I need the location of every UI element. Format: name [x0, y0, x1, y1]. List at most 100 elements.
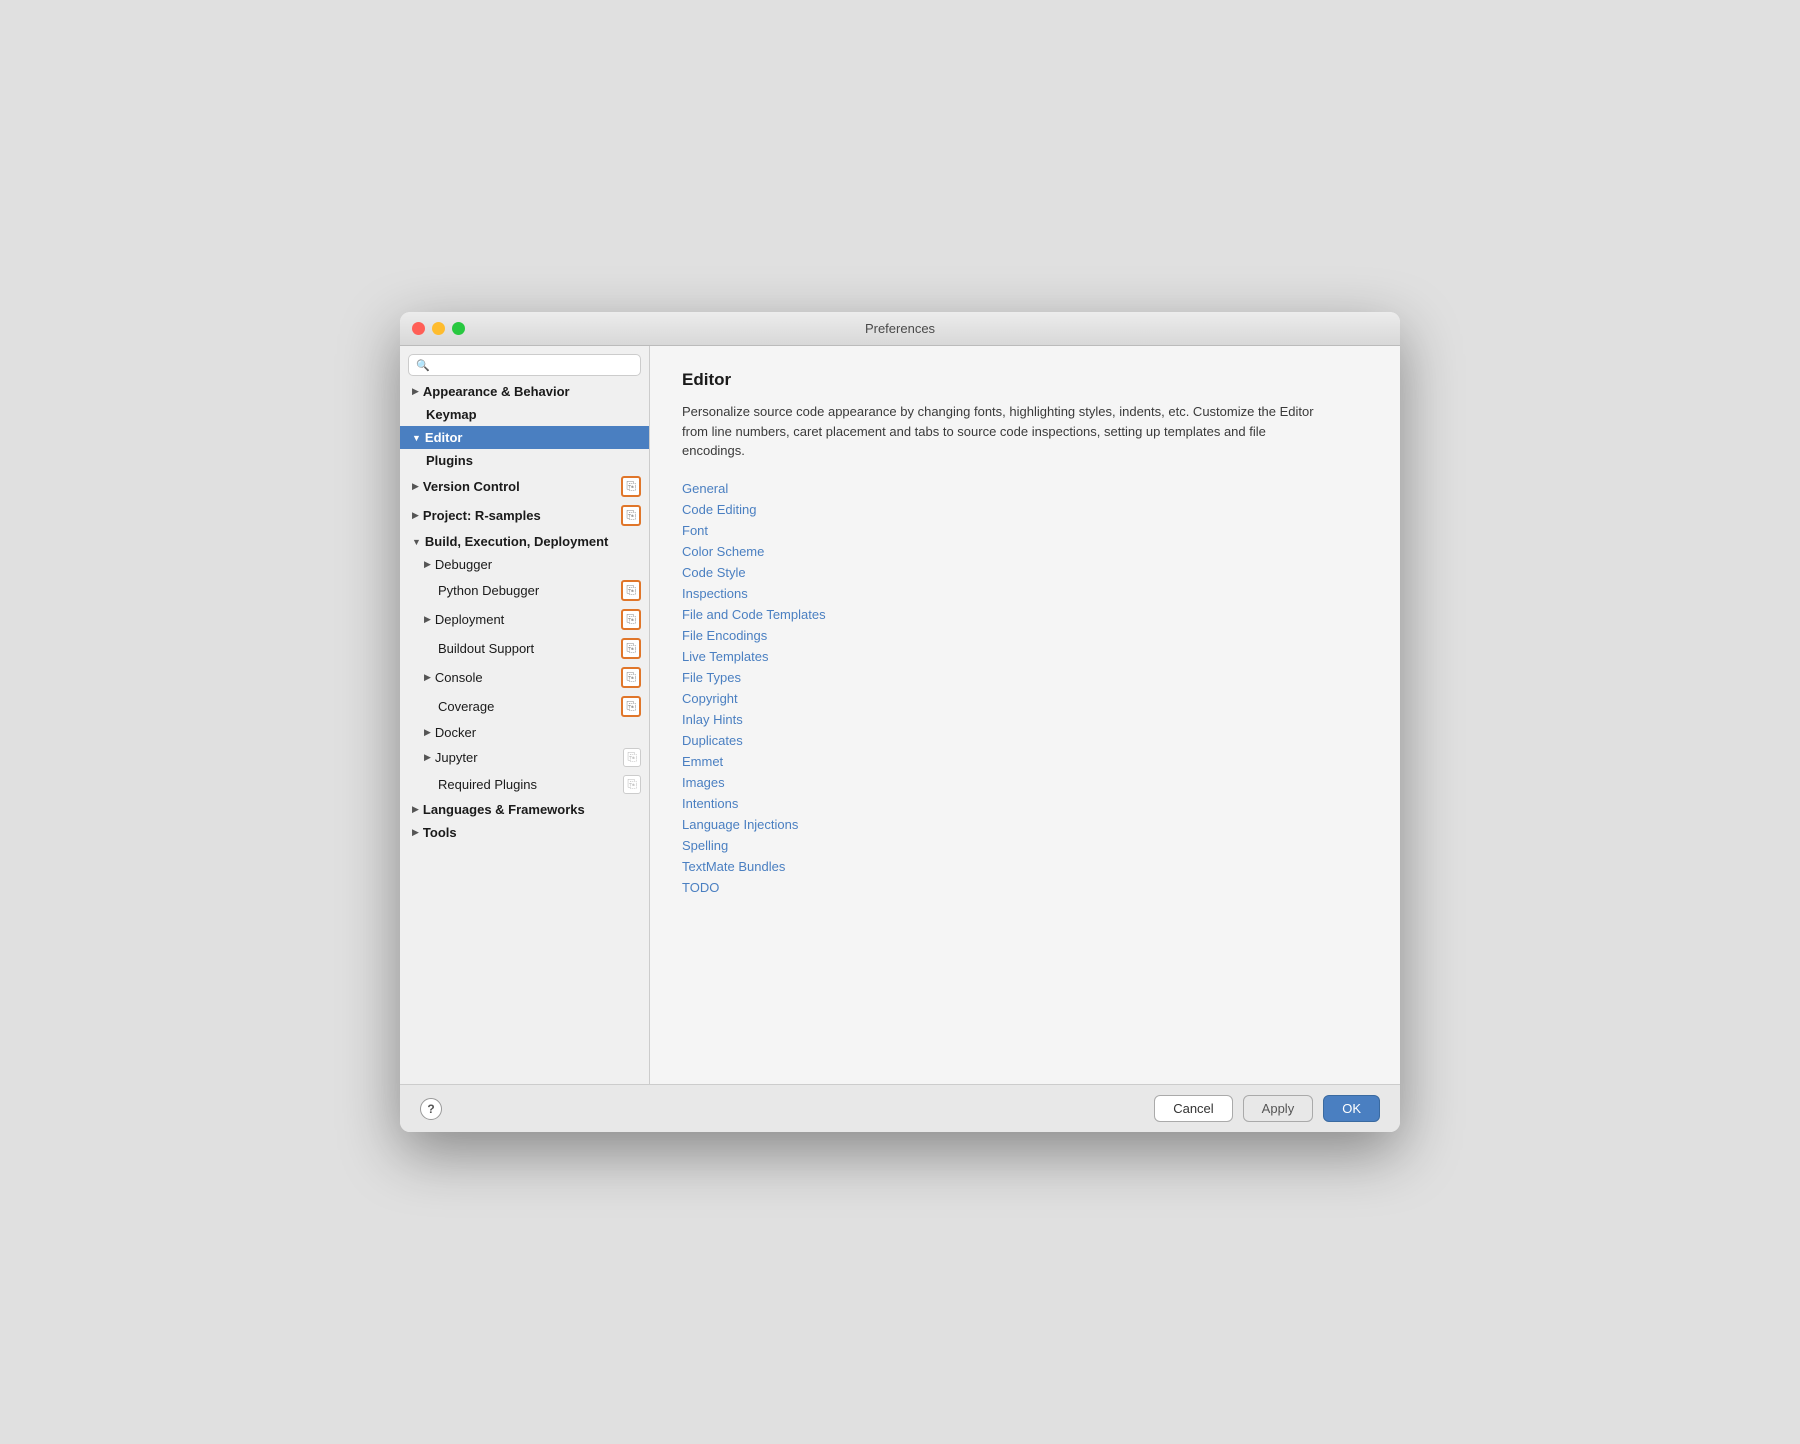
help-button[interactable]: ?: [420, 1098, 442, 1120]
link-code-style[interactable]: Code Style: [682, 565, 746, 580]
link-file-encodings[interactable]: File Encodings: [682, 628, 767, 643]
sidebar-item-version-control[interactable]: Version Control ⎘: [400, 472, 649, 501]
sidebar-item-console[interactable]: Console ⎘: [400, 663, 649, 692]
sidebar-item-build[interactable]: Build, Execution, Deployment: [400, 530, 649, 553]
link-todo[interactable]: TODO: [682, 880, 719, 895]
link-live-templates[interactable]: Live Templates: [682, 649, 768, 664]
copy-icon[interactable]: ⎘: [621, 505, 641, 526]
bottom-right: Cancel Apply OK: [1154, 1095, 1380, 1122]
search-icon: 🔍: [416, 359, 430, 372]
title-bar: Preferences: [400, 312, 1400, 346]
link-inlay-hints[interactable]: Inlay Hints: [682, 712, 743, 727]
sidebar-item-label: Keymap: [412, 407, 477, 422]
sidebar-item-keymap[interactable]: Keymap: [400, 403, 649, 426]
copy-icon[interactable]: ⎘: [621, 476, 641, 497]
link-file-types[interactable]: File Types: [682, 670, 741, 685]
link-spelling[interactable]: Spelling: [682, 838, 728, 853]
content-area: 🔍 Appearance & Behavior Keymap Editor Pl…: [400, 346, 1400, 1084]
sidebar-item-buildout[interactable]: Buildout Support ⎘: [400, 634, 649, 663]
arrow-icon: [412, 804, 419, 815]
list-item-spelling: Spelling: [682, 838, 1368, 853]
sidebar-item-label: Editor: [425, 430, 463, 445]
arrow-icon: [412, 510, 419, 521]
arrow-icon: [412, 537, 421, 547]
sidebar-item-required-plugins[interactable]: Required Plugins ⎘: [400, 771, 649, 798]
copy-icon[interactable]: ⎘: [623, 748, 641, 767]
sidebar-item-plugins[interactable]: Plugins: [400, 449, 649, 472]
sidebar-item-label: Debugger: [435, 557, 492, 572]
section-description: Personalize source code appearance by ch…: [682, 402, 1332, 461]
sidebar-item-label: Python Debugger: [424, 583, 539, 598]
sidebar-item-label: Languages & Frameworks: [423, 802, 585, 817]
link-intentions[interactable]: Intentions: [682, 796, 738, 811]
cancel-button[interactable]: Cancel: [1154, 1095, 1232, 1122]
arrow-icon: [424, 559, 431, 570]
link-inspections[interactable]: Inspections: [682, 586, 748, 601]
sidebar-item-label: Project: R-samples: [423, 508, 541, 523]
list-item-images: Images: [682, 775, 1368, 790]
sidebar-item-label: Coverage: [424, 699, 494, 714]
list-item-general: General: [682, 481, 1368, 496]
link-emmet[interactable]: Emmet: [682, 754, 723, 769]
section-title: Editor: [682, 370, 1368, 390]
close-button[interactable]: [412, 322, 425, 335]
link-textmate-bundles[interactable]: TextMate Bundles: [682, 859, 785, 874]
copy-icon[interactable]: ⎘: [621, 609, 641, 630]
list-item-file-encodings: File Encodings: [682, 628, 1368, 643]
list-item-file-types: File Types: [682, 670, 1368, 685]
list-item-file-code-templates: File and Code Templates: [682, 607, 1368, 622]
copy-icon[interactable]: ⎘: [621, 696, 641, 717]
arrow-icon: [412, 433, 421, 443]
link-file-code-templates[interactable]: File and Code Templates: [682, 607, 826, 622]
sidebar-item-label: Plugins: [412, 453, 473, 468]
sidebar-item-deployment[interactable]: Deployment ⎘: [400, 605, 649, 634]
copy-icon[interactable]: ⎘: [621, 638, 641, 659]
search-input[interactable]: [435, 358, 633, 372]
sidebar-item-editor[interactable]: Editor: [400, 426, 649, 449]
list-item-textmate-bundles: TextMate Bundles: [682, 859, 1368, 874]
ok-button[interactable]: OK: [1323, 1095, 1380, 1122]
sidebar: 🔍 Appearance & Behavior Keymap Editor Pl…: [400, 346, 650, 1084]
editor-links: General Code Editing Font Color Scheme C…: [682, 481, 1368, 895]
sidebar-item-docker[interactable]: Docker: [400, 721, 649, 744]
sidebar-item-coverage[interactable]: Coverage ⎘: [400, 692, 649, 721]
link-general[interactable]: General: [682, 481, 728, 496]
link-code-editing[interactable]: Code Editing: [682, 502, 756, 517]
window-title: Preferences: [865, 321, 935, 336]
link-duplicates[interactable]: Duplicates: [682, 733, 743, 748]
link-copyright[interactable]: Copyright: [682, 691, 738, 706]
link-font[interactable]: Font: [682, 523, 708, 538]
sidebar-item-jupyter[interactable]: Jupyter ⎘: [400, 744, 649, 771]
sidebar-item-label: Console: [435, 670, 483, 685]
sidebar-item-appearance[interactable]: Appearance & Behavior: [400, 380, 649, 403]
sidebar-item-languages[interactable]: Languages & Frameworks: [400, 798, 649, 821]
bottom-left: ?: [420, 1098, 442, 1120]
link-images[interactable]: Images: [682, 775, 725, 790]
bottom-bar: ? Cancel Apply OK: [400, 1084, 1400, 1132]
main-panel: Editor Personalize source code appearanc…: [650, 346, 1400, 1084]
link-language-injections[interactable]: Language Injections: [682, 817, 798, 832]
preferences-window: Preferences 🔍 Appearance & Behavior Keym…: [400, 312, 1400, 1132]
copy-icon[interactable]: ⎘: [621, 580, 641, 601]
list-item-live-templates: Live Templates: [682, 649, 1368, 664]
list-item-font: Font: [682, 523, 1368, 538]
copy-icon[interactable]: ⎘: [621, 667, 641, 688]
sidebar-item-project[interactable]: Project: R-samples ⎘: [400, 501, 649, 530]
minimize-button[interactable]: [432, 322, 445, 335]
list-item-intentions: Intentions: [682, 796, 1368, 811]
sidebar-item-python-debugger[interactable]: Python Debugger ⎘: [400, 576, 649, 605]
sidebar-item-debugger[interactable]: Debugger: [400, 553, 649, 576]
copy-icon[interactable]: ⎘: [623, 775, 641, 794]
maximize-button[interactable]: [452, 322, 465, 335]
apply-button[interactable]: Apply: [1243, 1095, 1314, 1122]
list-item-inlay-hints: Inlay Hints: [682, 712, 1368, 727]
link-color-scheme[interactable]: Color Scheme: [682, 544, 764, 559]
list-item-color-scheme: Color Scheme: [682, 544, 1368, 559]
list-item-language-injections: Language Injections: [682, 817, 1368, 832]
sidebar-item-label: Version Control: [423, 479, 520, 494]
list-item-code-editing: Code Editing: [682, 502, 1368, 517]
search-box[interactable]: 🔍: [408, 354, 641, 376]
sidebar-item-tools[interactable]: Tools: [400, 821, 649, 844]
window-controls: [412, 322, 465, 335]
list-item-copyright: Copyright: [682, 691, 1368, 706]
